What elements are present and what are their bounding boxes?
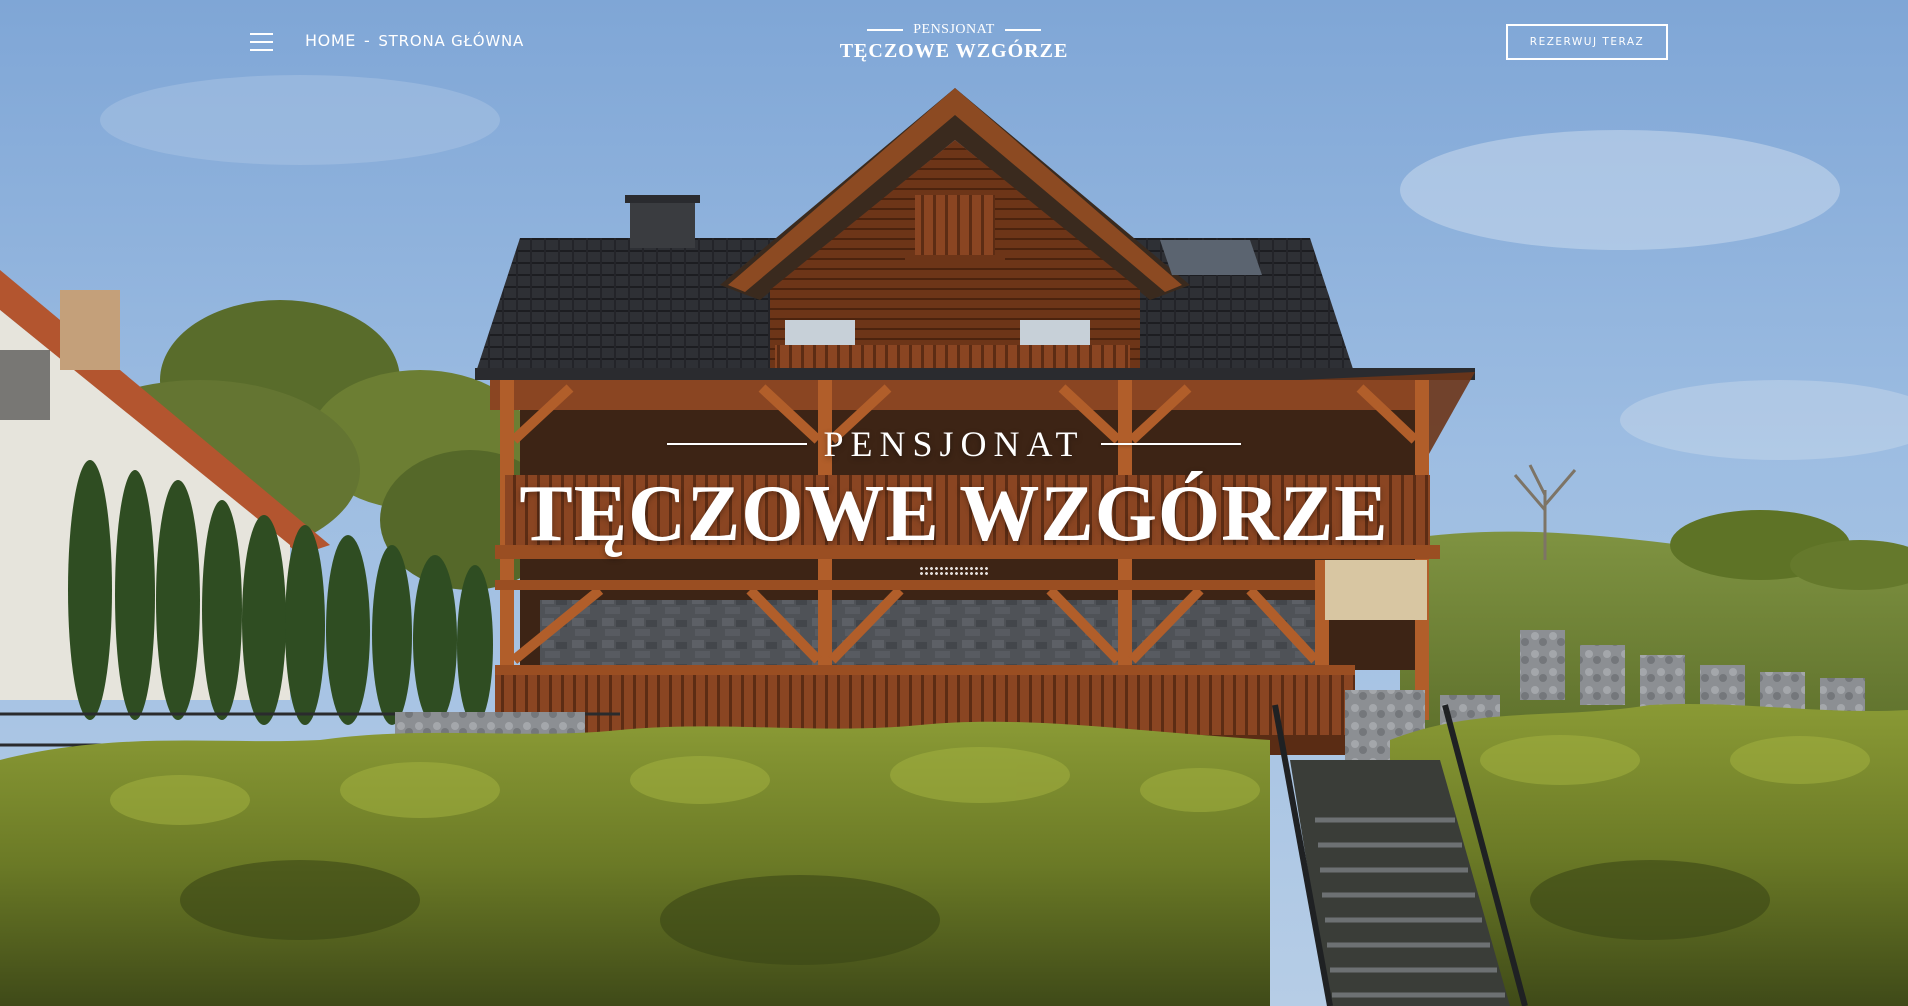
logo-top-row: PENSJONAT (834, 22, 1074, 38)
hero-subtitle-row: PENSJONAT (450, 420, 1458, 468)
hero-title-block: PENSJONAT TĘCZOWE WZGÓRZE (450, 420, 1458, 576)
breadcrumb-separator: - (363, 31, 371, 50)
book-now-button[interactable]: REZERWUJ TERAZ (1506, 24, 1668, 60)
hero-line-left (667, 443, 808, 445)
hero-subtitle: PENSJONAT (823, 424, 1085, 464)
hero-line-right (1100, 443, 1241, 445)
breadcrumb: HOME - STRONA GŁÓWNA (305, 31, 524, 50)
logo-top-text: PENSJONAT (913, 22, 995, 37)
logo-line-right (1004, 29, 1041, 31)
hero-section: HOME - STRONA GŁÓWNA PENSJONAT TĘCZOWE W… (0, 0, 1908, 1006)
site-logo[interactable]: PENSJONAT TĘCZOWE WZGÓRZE (834, 22, 1074, 63)
breadcrumb-current: STRONA GŁÓWNA (378, 31, 525, 50)
menu-button[interactable] (246, 30, 278, 54)
breadcrumb-home-link[interactable]: HOME (305, 31, 356, 50)
dotted-ornament-icon (919, 566, 989, 576)
logo-main-text: TĘCZOWE WZGÓRZE (839, 40, 1069, 62)
hero-title: TĘCZOWE WZGÓRZE (519, 470, 1389, 558)
logo-line-left (867, 29, 904, 31)
